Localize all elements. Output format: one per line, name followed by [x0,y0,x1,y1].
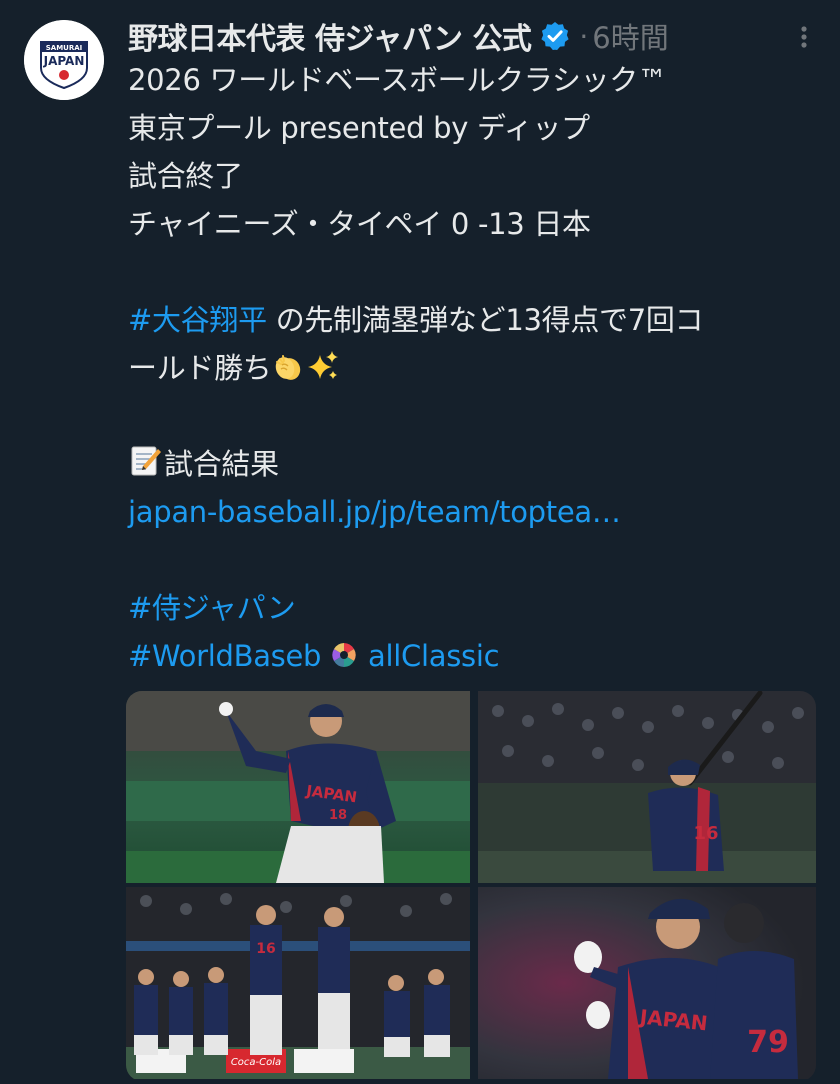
more-options-button[interactable] [790,20,818,54]
wbc-logo-icon [329,640,359,670]
tweet-card: SAMURAI JAPAN 野球日本代表 侍ジャパン 公式 · 6時間 2026… [0,0,840,1084]
tweet-line-pool: 東京プール presented by ディップ [128,111,590,145]
media-grid: JAPAN 18 16 Coca-Cola 16 JAPAN 79 [126,691,816,1081]
svg-text:Coca-Cola: Coca-Cola [231,1057,281,1068]
samurai-japan-logo-icon: SAMURAI JAPAN [24,20,104,100]
hashtag-samurai-japan[interactable]: #侍ジャパン [128,584,828,632]
svg-text:16: 16 [256,941,275,957]
photo-celebration[interactable]: Coca-Cola 16 [126,887,470,1079]
photo-pitcher[interactable]: JAPAN 18 [126,691,470,883]
result-link[interactable]: japan-baseball.jp/jp/team/toptea… [128,488,828,536]
players-photo-image: JAPAN 79 [478,887,816,1079]
batter-photo-image: 16 [478,691,816,883]
photo-batter[interactable]: 16 [478,691,816,883]
clapping-hands-emoji-icon [272,349,306,383]
sparkles-emoji-icon [306,349,340,383]
svg-text:18: 18 [329,808,347,823]
tweet-line-summary: #大谷翔平 の先制満塁弾など13得点で7回コ [128,303,704,337]
tweet-line-result-label: 試合結果 [128,440,828,488]
svg-text:SAMURAI: SAMURAI [46,44,83,52]
photo-players[interactable]: JAPAN 79 [478,887,816,1079]
more-vertical-icon [801,26,807,48]
tweet-line-score: チャイニーズ・タイペイ 0 -13 日本 [128,207,591,241]
tweet-line-summary-cont: ールド勝ち [128,344,828,392]
svg-text:JAPAN: JAPAN [43,54,85,68]
hashtag-ohtani[interactable]: #大谷翔平 [128,303,267,337]
verified-badge-icon [539,20,571,52]
tweet-timestamp[interactable]: 6時間 [592,15,668,57]
tweet-line-status: 試合終了 [128,159,243,193]
author-avatar[interactable]: SAMURAI JAPAN [24,20,104,100]
tweet-text: 2026 ワールドベースボールクラシック™ 東京プール presented by… [128,56,828,680]
author-display-name[interactable]: 野球日本代表 侍ジャパン 公式 [128,14,532,58]
hashtag-world-baseball-classic[interactable]: #WorldBaseb allClassic [128,632,828,680]
tweet-header: 野球日本代表 侍ジャパン 公式 · 6時間 [128,12,818,60]
separator-dot: · [579,19,589,53]
tweet-line-event: 2026 ワールドベースボールクラシック™ [128,63,667,97]
celebration-photo-image: Coca-Cola 16 [126,887,470,1079]
svg-text:16: 16 [693,823,718,844]
memo-emoji-icon [128,443,164,479]
svg-text:79: 79 [747,1025,789,1060]
pitcher-photo-image: JAPAN 18 [126,691,470,883]
